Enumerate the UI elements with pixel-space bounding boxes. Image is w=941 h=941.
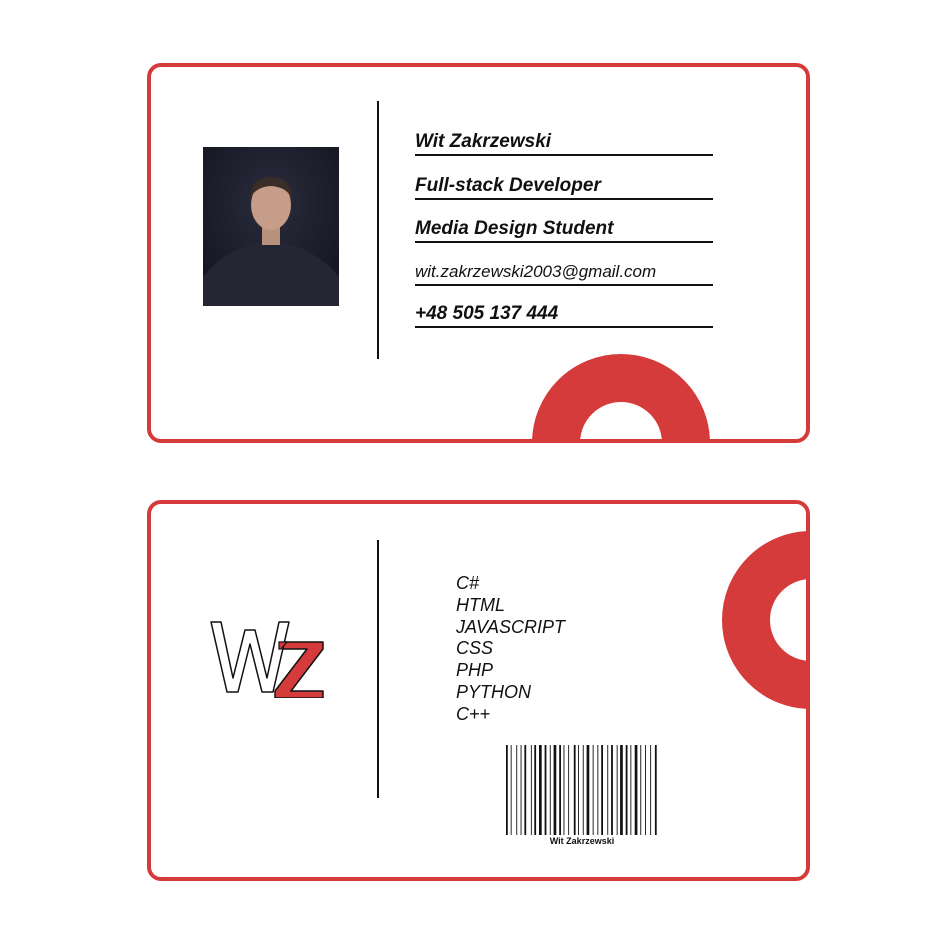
barcode-bar (654, 745, 657, 835)
barcode-bar (510, 745, 512, 835)
barcode-bar (634, 745, 638, 835)
barcode-bar (524, 745, 527, 835)
email-text: wit.zakrzewski2003@gmail.com (415, 261, 713, 286)
barcode-bar (645, 745, 646, 835)
study-text: Media Design Student (415, 218, 713, 243)
barcode-bar (625, 745, 628, 835)
ring-decoration (722, 531, 806, 709)
barcode-bar (640, 745, 642, 835)
barcode-bar (620, 745, 623, 835)
barcode-bar (616, 745, 618, 835)
barcode-bar (582, 745, 584, 835)
business-card-back: C# HTML JAVASCRIPT CSS PHP PYTHON C++ Wi… (147, 500, 810, 881)
phone-text: +48 505 137 444 (415, 303, 713, 328)
skill-item: JAVASCRIPT (456, 616, 566, 637)
role-text: Full-stack Developer (415, 175, 713, 200)
barcode-bar (592, 745, 594, 835)
barcode-bar (573, 745, 576, 835)
barcode-bar (597, 745, 599, 835)
barcode (506, 745, 657, 835)
barcode-bar (578, 745, 579, 835)
ring-decoration (532, 354, 710, 439)
barcode-bar (630, 745, 632, 835)
skill-item: C# (456, 573, 480, 593)
barcode-bar (534, 745, 537, 835)
skill-item: C++ (456, 703, 491, 724)
wz-logo (210, 621, 324, 698)
divider-line (377, 101, 379, 359)
business-card-front: Wit Zakrzewski Full-stack Developer Medi… (147, 63, 810, 443)
barcode-bar (544, 745, 547, 835)
barcode-bar (563, 745, 565, 835)
skill-item: CSS (456, 638, 494, 659)
barcode-bar (516, 745, 518, 835)
profile-photo (203, 147, 339, 306)
barcode-bar (568, 745, 570, 835)
name-text: Wit Zakrzewski (415, 131, 713, 156)
barcode-bar (601, 745, 603, 835)
barcode-bar (549, 745, 551, 835)
barcode-bar (607, 745, 609, 835)
barcode-bar (650, 745, 652, 835)
barcode-bar (506, 745, 508, 835)
skill-item: PYTHON (456, 681, 532, 702)
barcode-bar (611, 745, 613, 835)
divider-line (377, 540, 379, 798)
barcode-bar (530, 745, 532, 835)
barcode-bar (539, 745, 542, 835)
skill-item: HTML (456, 594, 505, 615)
barcode-bar (553, 745, 557, 835)
barcode-bar (559, 745, 561, 835)
barcode-bar (586, 745, 590, 835)
barcode-bar (520, 745, 522, 835)
skill-item: PHP (456, 660, 494, 681)
skills-list: C# HTML JAVASCRIPT CSS PHP PYTHON C++ (456, 573, 565, 726)
barcode-caption: Wit Zakrzewski (549, 836, 615, 846)
